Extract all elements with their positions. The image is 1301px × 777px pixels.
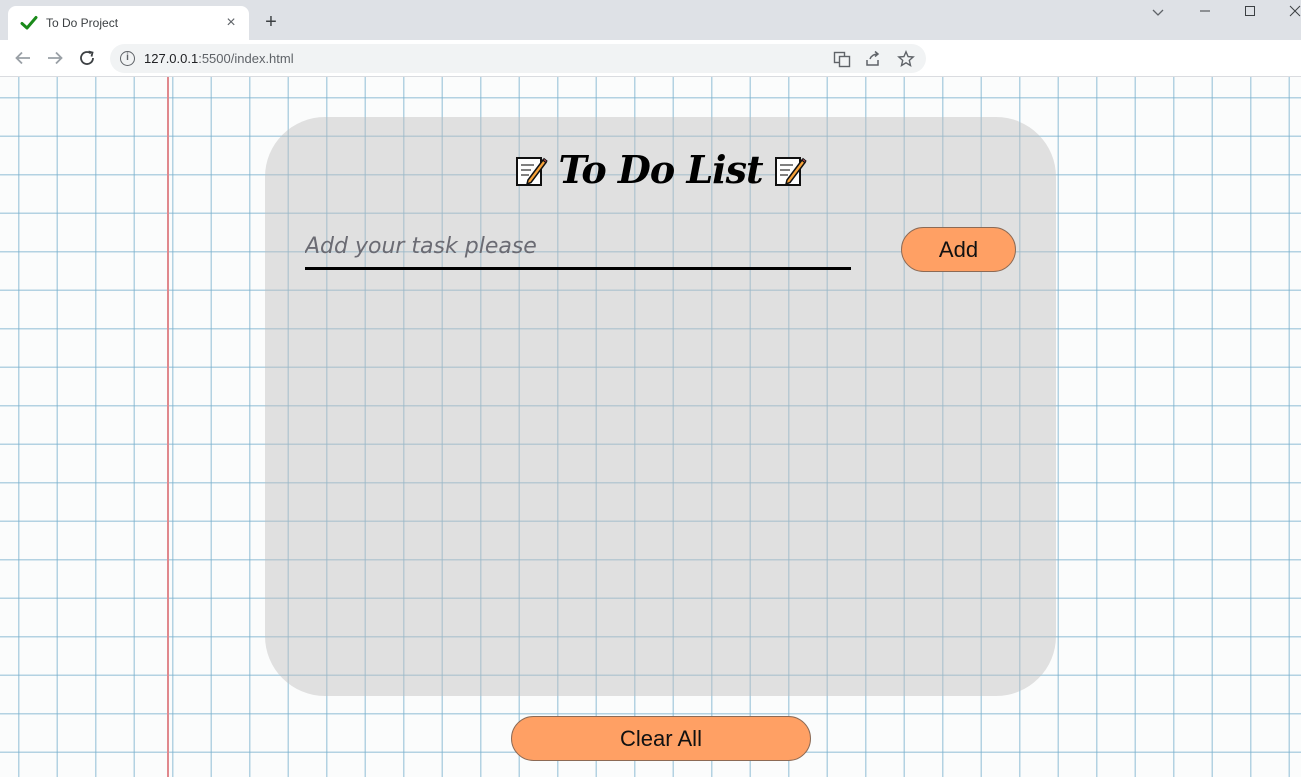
address-bar[interactable]: i 127.0.0.1:5500/index.html	[110, 44, 926, 73]
url-text: 127.0.0.1:5500/index.html	[144, 51, 294, 66]
share-icon[interactable]	[863, 49, 883, 69]
browser-tab[interactable]: To Do Project ×	[8, 6, 249, 40]
checkmark-favicon-icon	[20, 14, 38, 32]
tab-strip: To Do Project × +	[0, 0, 1301, 40]
bookmark-star-icon[interactable]	[896, 49, 916, 69]
minimize-window-icon[interactable]	[1185, 2, 1225, 24]
add-task-button[interactable]: Add	[901, 227, 1016, 272]
translate-icon[interactable]	[832, 49, 852, 69]
page-title: To Do List	[558, 147, 763, 192]
close-tab-icon[interactable]: ×	[223, 15, 239, 31]
back-arrow-icon[interactable]	[10, 45, 36, 71]
memo-icon	[773, 153, 807, 187]
maximize-window-icon[interactable]	[1230, 2, 1270, 24]
clear-all-button[interactable]: Clear All	[511, 716, 811, 761]
close-window-icon[interactable]	[1275, 2, 1301, 24]
page-heading: To Do List	[265, 147, 1056, 192]
graph-paper-page: To Do List Add Clear All	[0, 77, 1301, 777]
forward-arrow-icon[interactable]	[42, 45, 68, 71]
reload-icon[interactable]	[74, 45, 100, 71]
tab-title: To Do Project	[46, 16, 119, 30]
browser-toolbar: i 127.0.0.1:5500/index.html B y	[0, 40, 1301, 109]
new-tab-plus-icon[interactable]: +	[260, 11, 282, 33]
task-input[interactable]	[305, 226, 851, 270]
todo-card: To Do List Add	[265, 117, 1056, 696]
memo-icon	[514, 153, 549, 187]
site-info-icon[interactable]: i	[120, 51, 135, 66]
tab-search-chevron-icon[interactable]	[1138, 2, 1178, 24]
